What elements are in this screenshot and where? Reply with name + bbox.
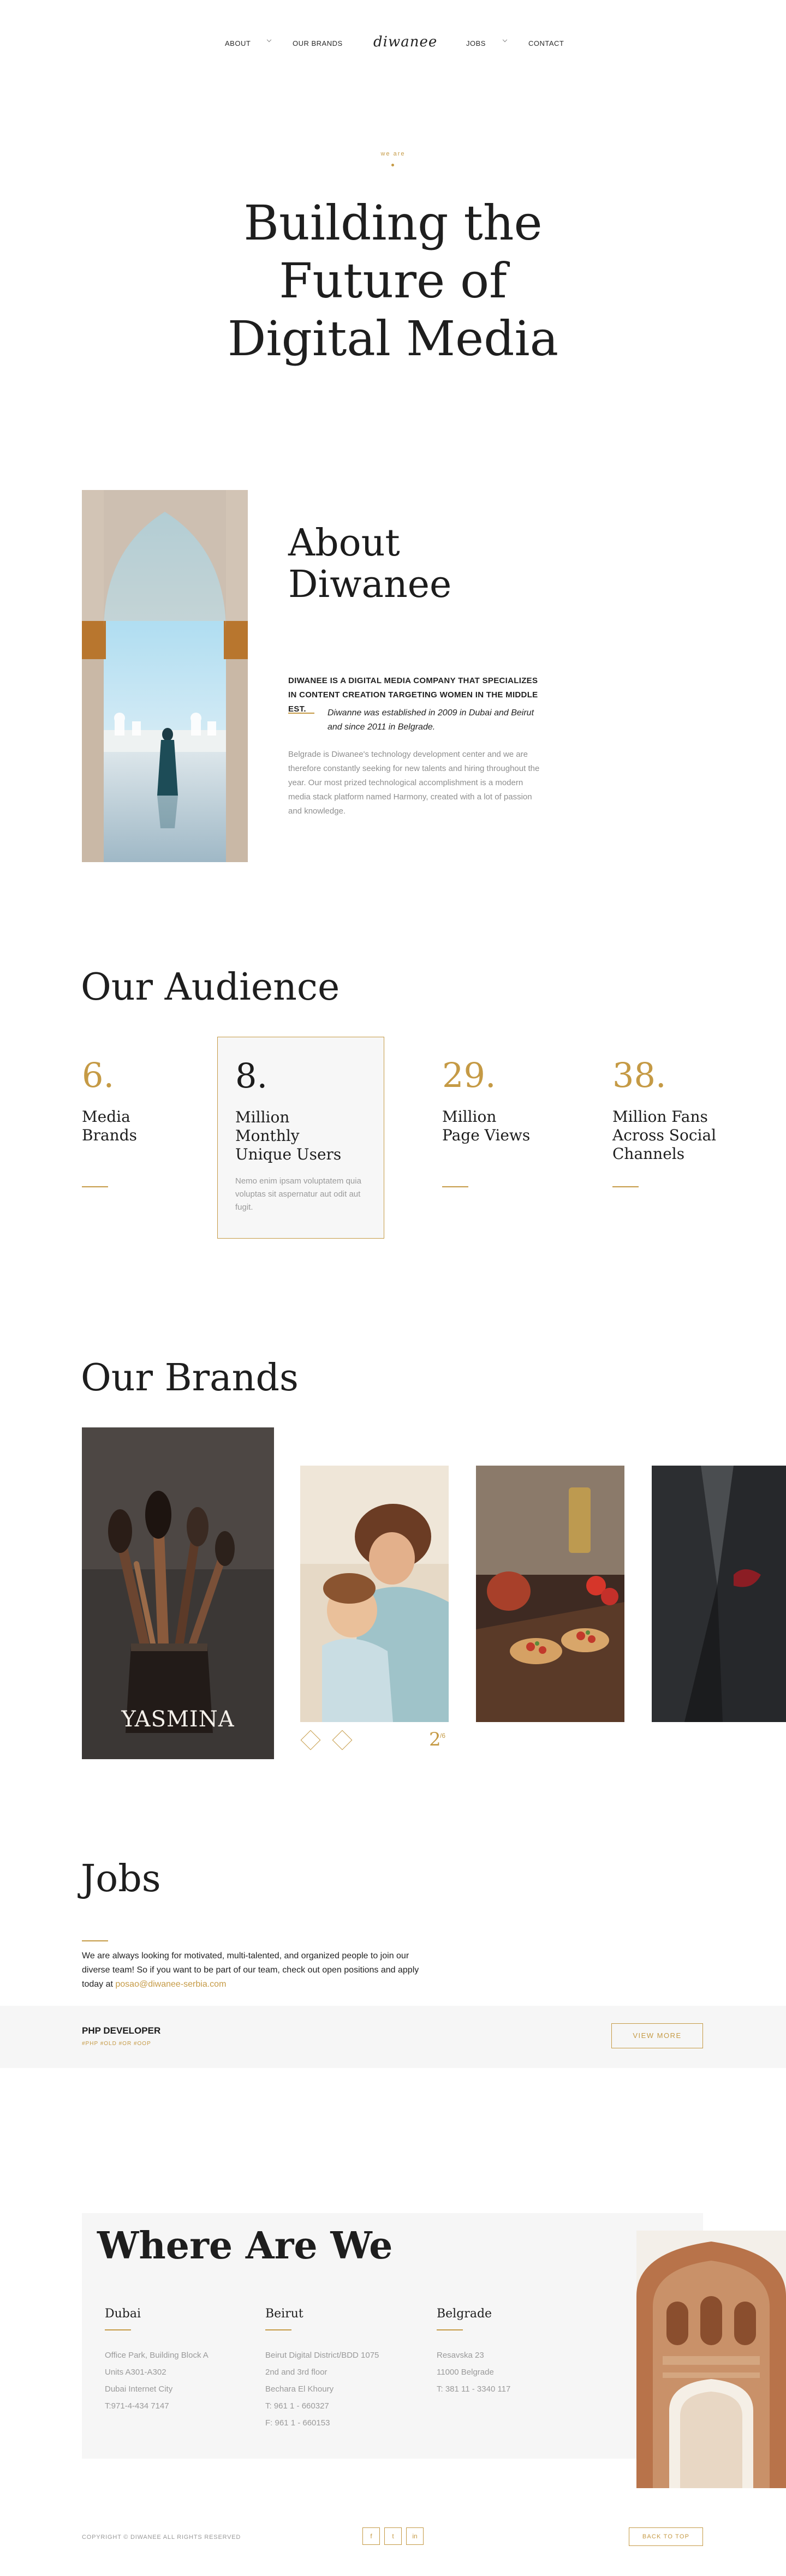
stat-label: Million Page Views: [442, 1108, 531, 1144]
about-title-line: Diwanee: [288, 563, 452, 606]
address-line: Units A301-A302: [105, 2368, 166, 2377]
about-body: Belgrade is Diwanee's technology develop…: [288, 750, 540, 816]
job-listing: PHP DEVELOPER #PHP #OLD #OR #OOP VIEW MO…: [0, 2006, 786, 2068]
address-line: T: 961 1 - 660327: [265, 2401, 329, 2411]
brands-title: Our Brands: [81, 1356, 299, 1400]
brand-card-family[interactable]: [300, 1466, 449, 1722]
office-address: Beirut Digital District/BDD 1075 2nd and…: [265, 2347, 407, 2431]
divider: [82, 1186, 108, 1187]
stat-label: Million Fans Across Social Channels: [612, 1108, 717, 1163]
slider-current: 2: [429, 1729, 441, 1750]
address-line: T: 381 11 - 3340 117: [437, 2384, 511, 2394]
chevron-down-icon[interactable]: [266, 37, 272, 43]
address-line: Office Park, Building Block A: [105, 2351, 209, 2360]
divider: [288, 713, 314, 714]
site-header: ABOUT OUR BRANDS diwanee JOBS CONTACT: [0, 34, 786, 53]
about-title: About Diwanee: [288, 523, 451, 606]
divider: [437, 2329, 463, 2330]
stat-unique-users[interactable]: 8. Million Monthly Unique Users Nemo eni…: [217, 1037, 384, 1239]
stat-number: 8.: [235, 1056, 268, 1096]
view-more-button[interactable]: VIEW MORE: [611, 2023, 703, 2048]
divider: [442, 1186, 468, 1187]
jobs-email-link[interactable]: posao@diwanee-serbia.com: [115, 1980, 226, 1989]
hero-title-line: Building the: [243, 195, 543, 251]
job-title: PHP DEVELOPER: [82, 2025, 161, 2036]
linkedin-icon[interactable]: in: [406, 2527, 424, 2545]
chevron-down-icon[interactable]: [502, 37, 508, 43]
back-to-top-button[interactable]: BACK TO TOP: [629, 2527, 703, 2546]
nav-about[interactable]: ABOUT: [225, 39, 251, 47]
address-line: Dubai Internet City: [105, 2384, 173, 2394]
slider-next-button[interactable]: [332, 1730, 353, 1750]
divider: [82, 1940, 108, 1941]
moroccan-arch-image: [636, 2231, 786, 2488]
jobs-title: Jobs: [81, 1857, 161, 1900]
office-belgrade: Belgrade Resavska 23 11000 Belgrade T: 3…: [437, 2307, 579, 2398]
stat-social-fans: 38. Million Fans Across Social Channels: [612, 1037, 779, 1239]
brand-name: YASMINA: [121, 1707, 235, 1732]
stat-label: Million Monthly Unique Users: [235, 1108, 342, 1163]
about-established: Diwanne was established in 2009 in Dubai…: [327, 708, 534, 732]
address-line: Beirut Digital District/BDD 1075: [265, 2351, 379, 2360]
stat-number: 29.: [442, 1055, 496, 1095]
copyright: COPYRIGHT © DIWANEE ALL RIGHTS RESERVED: [82, 2534, 241, 2541]
hero-title-line: Future of: [279, 253, 507, 309]
address-line: 11000 Belgrade: [437, 2368, 494, 2377]
stat-number: 6.: [82, 1055, 115, 1095]
jobs-description: We are always looking for motivated, mul…: [82, 1949, 431, 1992]
hero-title-line: Digital Media: [227, 310, 559, 367]
divider: [265, 2329, 291, 2330]
audience-title: Our Audience: [81, 966, 340, 1009]
brand-card-yasmina[interactable]: YASMINA: [82, 1427, 274, 1759]
address-line: F: 961 1 - 660153: [265, 2418, 330, 2428]
stat-description: Nemo enim ipsam voluptatem quia voluptas…: [235, 1176, 361, 1212]
office-address: Resavska 23 11000 Belgrade T: 381 11 - 3…: [437, 2347, 579, 2398]
slider-prev-button[interactable]: [300, 1730, 321, 1750]
locations-section: Where Are We Dubai Office Park, Building…: [82, 2213, 703, 2459]
divider: [105, 2329, 131, 2330]
office-city: Dubai: [105, 2307, 141, 2321]
address-line: T:971-4-434 7147: [105, 2401, 169, 2411]
address-line: Bechara El Khoury: [265, 2384, 334, 2394]
nav-jobs[interactable]: JOBS: [466, 39, 486, 47]
where-title: Where Are We: [97, 2224, 393, 2268]
stat-label: Media Brands: [82, 1108, 137, 1144]
office-city: Beirut: [265, 2307, 303, 2321]
office-beirut: Beirut Beirut Digital District/BDD 1075 …: [265, 2307, 407, 2431]
about-mosque-image: [82, 490, 248, 862]
facebook-icon[interactable]: f: [362, 2527, 380, 2545]
stat-number: 38.: [612, 1055, 666, 1095]
office-dubai: Dubai Office Park, Building Block A Unit…: [105, 2307, 247, 2414]
address-line: Resavska 23: [437, 2351, 484, 2360]
stat-page-views: 29. Million Page Views: [442, 1037, 609, 1239]
hero-title: Building the Future of Digital Media: [175, 194, 611, 368]
twitter-icon[interactable]: t: [384, 2527, 402, 2545]
hero-dot: [391, 164, 394, 166]
nav-contact[interactable]: CONTACT: [528, 39, 564, 47]
brand-card-suit[interactable]: [652, 1466, 786, 1722]
brand-card-food[interactable]: [476, 1466, 624, 1722]
slider-total: /6: [440, 1732, 446, 1740]
office-city: Belgrade: [437, 2307, 492, 2321]
nav-our-brands[interactable]: OUR BRANDS: [293, 39, 343, 47]
divider: [612, 1186, 639, 1187]
office-address: Office Park, Building Block A Units A301…: [105, 2347, 247, 2414]
about-title-line: About: [288, 522, 400, 565]
job-tags: #PHP #OLD #OR #OOP: [82, 2041, 151, 2047]
logo[interactable]: diwanee: [373, 34, 437, 50]
hero-eyebrow: we are: [380, 151, 406, 157]
address-line: 2nd and 3rd floor: [265, 2368, 327, 2377]
